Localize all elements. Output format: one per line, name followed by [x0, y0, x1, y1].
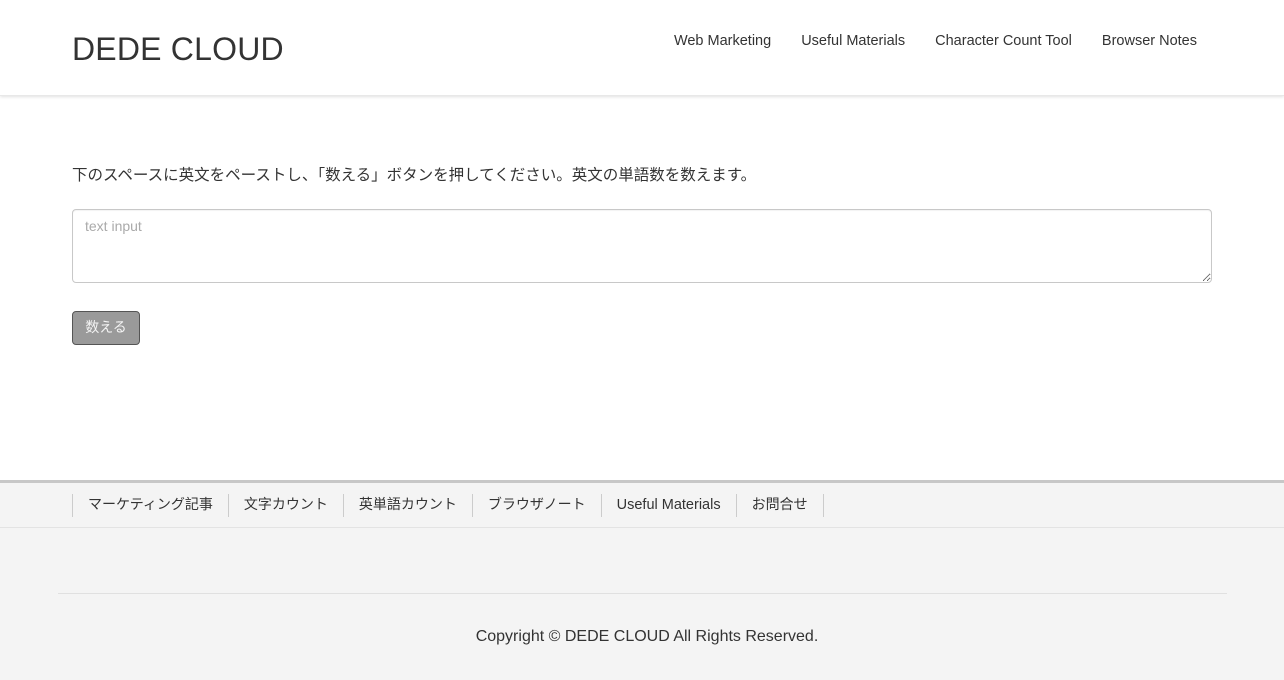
footer-nav: マーケティング記事 文字カウント 英単語カウント ブラウザノート Useful …: [0, 483, 1284, 528]
site-header: DEDE CLOUD Web Marketing Useful Material…: [0, 0, 1284, 96]
nav-useful-materials[interactable]: Useful Materials: [801, 33, 905, 49]
site-title[interactable]: DEDE CLOUD: [72, 29, 284, 69]
text-input-area[interactable]: [72, 209, 1212, 283]
footer-link-browser-notes[interactable]: ブラウザノート: [473, 494, 602, 517]
count-button[interactable]: 数える: [72, 311, 140, 345]
footer-link-contact[interactable]: お問合せ: [737, 494, 824, 517]
footer-link-marketing-articles[interactable]: マーケティング記事: [73, 494, 229, 517]
nav-browser-notes[interactable]: Browser Notes: [1102, 33, 1197, 49]
site-footer: マーケティング記事 文字カウント 英単語カウント ブラウザノート Useful …: [0, 480, 1284, 680]
copyright-text: Copyright © DEDE CLOUD All Rights Reserv…: [475, 628, 819, 645]
instruction-text: 下のスペースに英文をペーストし、「数える」ボタンを押してください。英文の単語数を…: [72, 166, 757, 184]
footer-divider: [58, 593, 1227, 594]
global-nav: Web Marketing Useful Materials Character…: [644, 30, 1212, 52]
nav-character-count-tool[interactable]: Character Count Tool: [935, 33, 1072, 49]
footer-link-useful-materials[interactable]: Useful Materials: [602, 494, 737, 517]
footer-nav-list: マーケティング記事 文字カウント 英単語カウント ブラウザノート Useful …: [72, 494, 824, 517]
footer-link-english-word-count[interactable]: 英単語カウント: [344, 494, 473, 517]
nav-web-marketing[interactable]: Web Marketing: [674, 33, 771, 49]
footer-link-character-count[interactable]: 文字カウント: [229, 494, 344, 517]
